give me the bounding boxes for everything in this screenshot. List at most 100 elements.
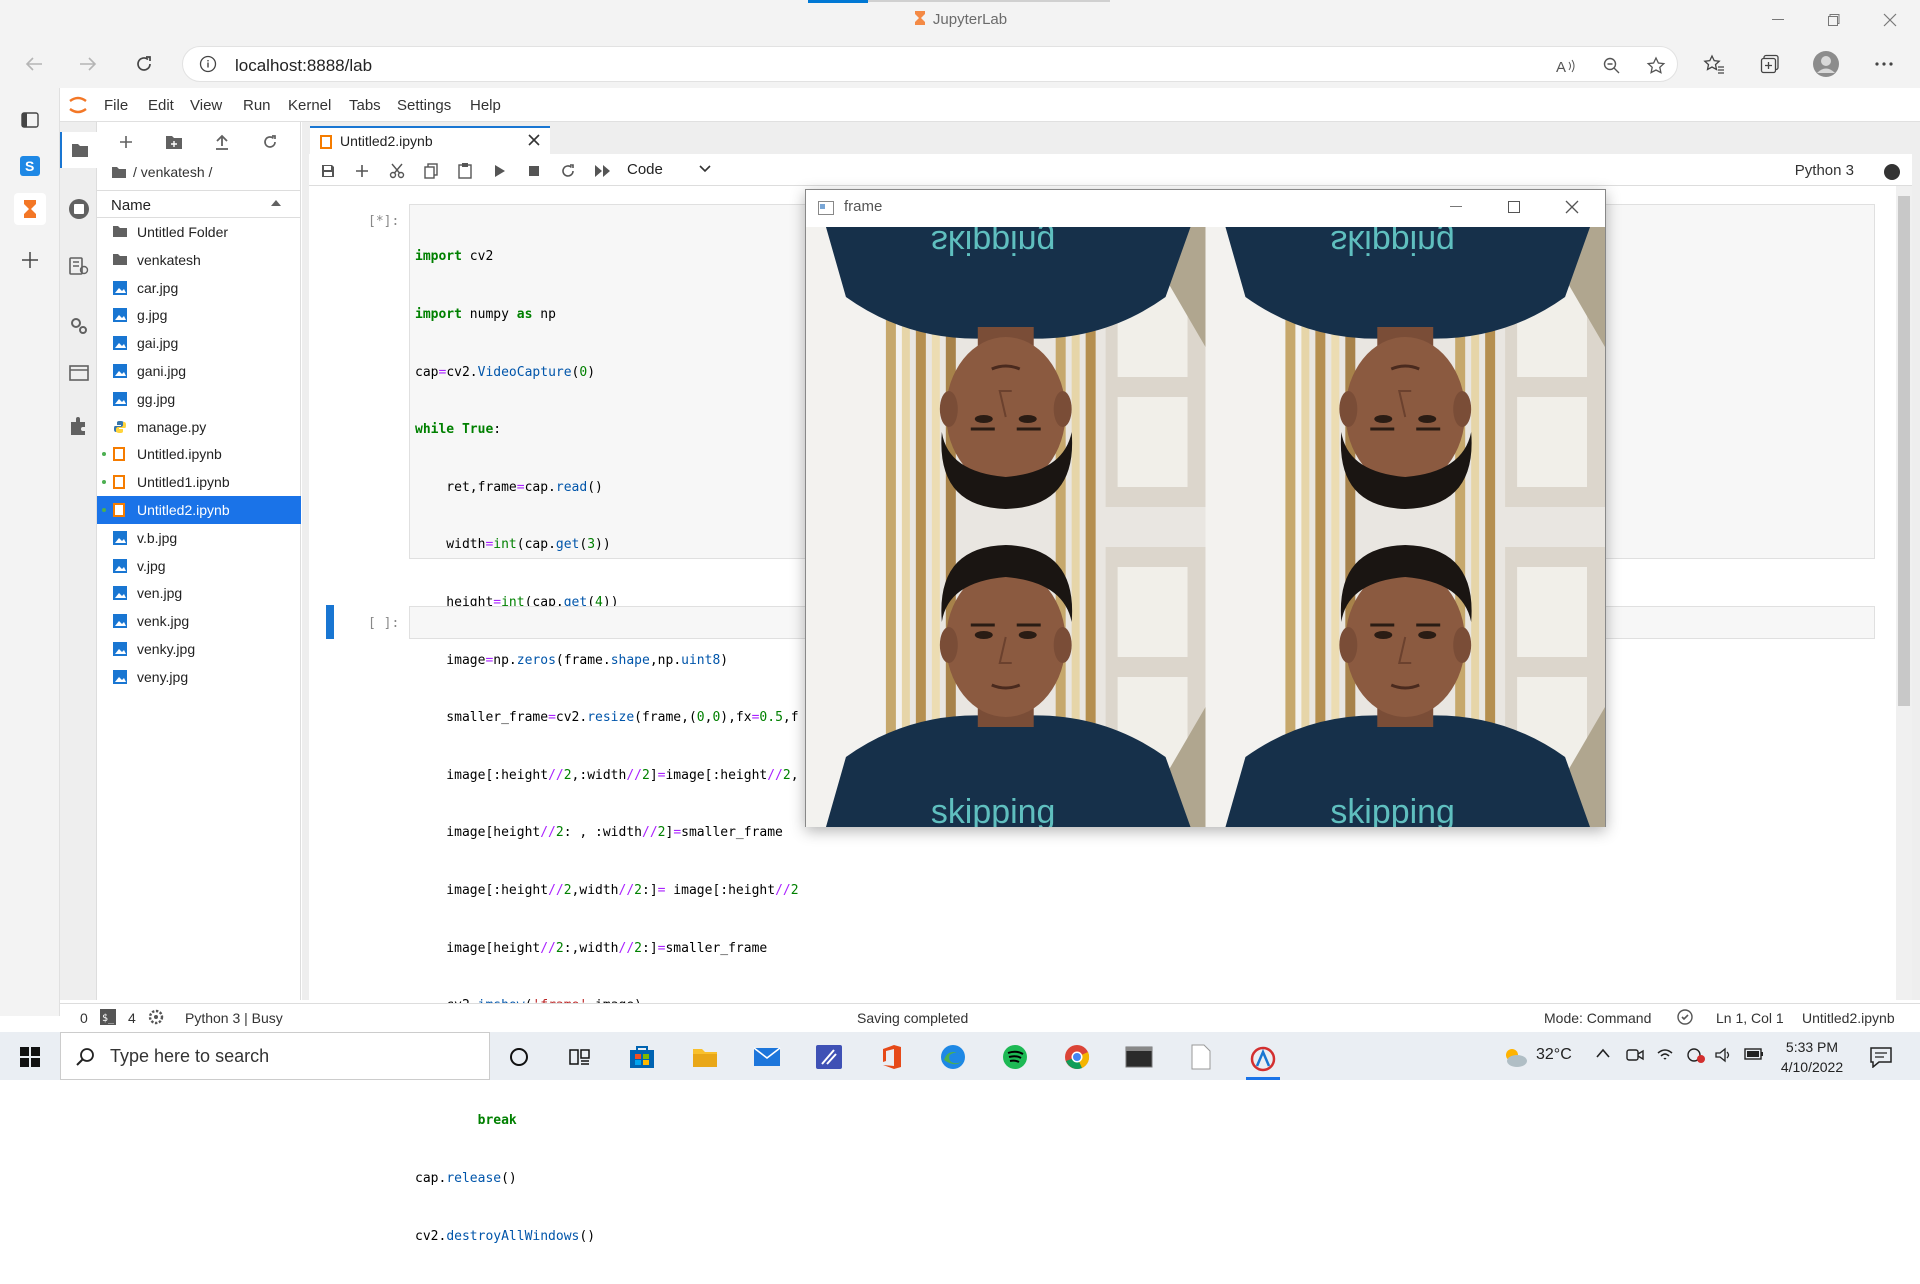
collections-icon[interactable] (1754, 48, 1786, 80)
commands-icon[interactable] (60, 248, 97, 284)
file-item[interactable]: gani.jpg (97, 357, 301, 385)
temperature[interactable]: 32°C (1536, 1046, 1572, 1064)
restart-icon[interactable] (557, 160, 579, 182)
menu-tabs[interactable]: Tabs (349, 97, 381, 114)
file-item[interactable]: venk.jpg (97, 607, 301, 635)
cut-icon[interactable] (386, 160, 408, 182)
forward-button[interactable] (72, 48, 104, 80)
windows-start-icon[interactable] (13, 1040, 47, 1074)
file-list-header[interactable]: Name (97, 190, 301, 218)
upload-icon[interactable] (210, 130, 234, 154)
cv-minimize-button[interactable] (1443, 196, 1469, 218)
file-item[interactable]: venkatesh (97, 246, 301, 274)
close-window-button[interactable] (1870, 6, 1910, 34)
kernel-status[interactable]: Python 3 | Busy (185, 1010, 283, 1026)
mail-icon[interactable] (750, 1040, 784, 1074)
file-item[interactable]: v.b.jpg (97, 524, 301, 552)
s-app-icon[interactable]: S (14, 150, 46, 182)
scrollbar-thumb[interactable] (1898, 196, 1910, 706)
notebook-scrollbar[interactable] (1896, 186, 1912, 1000)
file-item[interactable]: Untitled1.ipynb (97, 468, 301, 496)
cortana-icon[interactable] (502, 1040, 536, 1074)
office-icon[interactable] (874, 1040, 908, 1074)
notifications-icon[interactable] (1864, 1040, 1898, 1074)
mode-indicator[interactable]: Mode: Command (1544, 1010, 1651, 1026)
run-icon[interactable] (489, 160, 511, 182)
insert-cell-icon[interactable] (351, 160, 373, 182)
url-text[interactable]: localhost:8888/lab (235, 56, 372, 76)
chevron-up-icon[interactable] (1596, 1048, 1610, 1058)
terminal-app-icon[interactable] (1122, 1040, 1156, 1074)
more-menu-icon[interactable] (1868, 48, 1900, 80)
extensions-icon[interactable] (60, 408, 97, 444)
jupyter-taskbar-icon[interactable] (1246, 1040, 1280, 1080)
security-icon[interactable] (1686, 1046, 1706, 1064)
shield-icon[interactable] (1677, 1009, 1693, 1025)
refresh-button[interactable] (128, 48, 160, 80)
stop-icon[interactable] (523, 160, 545, 182)
cell-type-select[interactable]: Code (625, 159, 715, 181)
copy-icon[interactable] (420, 160, 442, 182)
file-explorer-icon[interactable] (688, 1040, 722, 1074)
restart-run-all-icon[interactable] (592, 160, 614, 182)
refresh-files-icon[interactable] (258, 130, 282, 154)
notepad-icon[interactable] (1184, 1040, 1218, 1074)
new-launcher-icon[interactable] (114, 130, 138, 154)
meet-now-icon[interactable] (1626, 1046, 1644, 1064)
kernels-count[interactable]: 4 (128, 1010, 136, 1026)
code-editor[interactable]: import cv2 import numpy as np cap=cv2.Vi… (415, 209, 815, 1284)
file-item[interactable]: manage.py (97, 413, 301, 441)
menu-edit[interactable]: Edit (148, 97, 174, 114)
kernel-gear-icon[interactable] (148, 1009, 164, 1025)
running-icon[interactable] (60, 191, 97, 227)
file-item[interactable]: Untitled Folder (97, 218, 301, 246)
menu-run[interactable]: Run (243, 97, 271, 114)
spotify-icon[interactable] (998, 1040, 1032, 1074)
cv-close-button[interactable] (1559, 196, 1585, 218)
restore-button[interactable] (1814, 6, 1854, 34)
file-item[interactable]: veny.jpg (97, 663, 301, 691)
read-aloud-icon[interactable]: A (1555, 55, 1577, 77)
cv-frame-window[interactable]: frame (805, 189, 1606, 827)
menu-kernel[interactable]: Kernel (288, 97, 331, 114)
menu-settings[interactable]: Settings (397, 97, 451, 114)
search-placeholder[interactable]: Type here to search (110, 1046, 269, 1067)
menu-help[interactable]: Help (470, 97, 501, 114)
battery-icon[interactable] (1744, 1048, 1764, 1060)
weather-icon[interactable] (1498, 1040, 1532, 1074)
breadcrumb-path[interactable]: / venkatesh / (133, 164, 212, 180)
zoom-icon[interactable] (1601, 55, 1623, 77)
file-item[interactable]: v.jpg (97, 552, 301, 580)
sort-caret-icon[interactable] (271, 200, 281, 206)
favorites-icon[interactable] (1698, 48, 1730, 80)
wifi-icon[interactable] (1656, 1046, 1674, 1064)
volume-icon[interactable] (1714, 1046, 1732, 1064)
property-inspector-icon[interactable] (60, 308, 97, 344)
file-item[interactable]: car.jpg (97, 274, 301, 302)
file-item[interactable]: ven.jpg (97, 579, 301, 607)
name-column-header[interactable]: Name (111, 197, 151, 214)
profile-avatar[interactable] (1810, 48, 1842, 80)
menu-file[interactable]: File (104, 97, 128, 114)
home-folder-icon[interactable] (111, 165, 127, 179)
pen-app-icon[interactable] (812, 1040, 846, 1074)
close-tab-icon[interactable] (528, 134, 540, 146)
chrome-icon[interactable] (1060, 1040, 1094, 1074)
file-item[interactable]: gai.jpg (97, 329, 301, 357)
menu-view[interactable]: View (190, 97, 222, 114)
folder-icon[interactable] (60, 132, 97, 168)
clock[interactable]: 5:33 PM 4/10/2022 (1762, 1037, 1862, 1077)
hourglass-app-icon[interactable] (14, 193, 46, 225)
cv-maximize-button[interactable] (1501, 196, 1527, 218)
cursor-position[interactable]: Ln 1, Col 1 (1716, 1010, 1784, 1026)
file-item[interactable]: Untitled2.ipynb (97, 496, 301, 524)
save-icon[interactable] (317, 160, 339, 182)
tab-untitled2[interactable]: Untitled2.ipynb (310, 126, 550, 154)
edge-browser-icon[interactable] (936, 1040, 970, 1074)
address-bar[interactable]: localhost:8888/lab A (182, 46, 1678, 82)
taskbar-search[interactable]: Type here to search (60, 1032, 490, 1080)
new-folder-icon[interactable] (162, 130, 186, 154)
terminal-icon[interactable]: $_ (100, 1009, 116, 1025)
info-icon[interactable] (199, 55, 217, 73)
kernel-name[interactable]: Python 3 (1795, 162, 1854, 179)
